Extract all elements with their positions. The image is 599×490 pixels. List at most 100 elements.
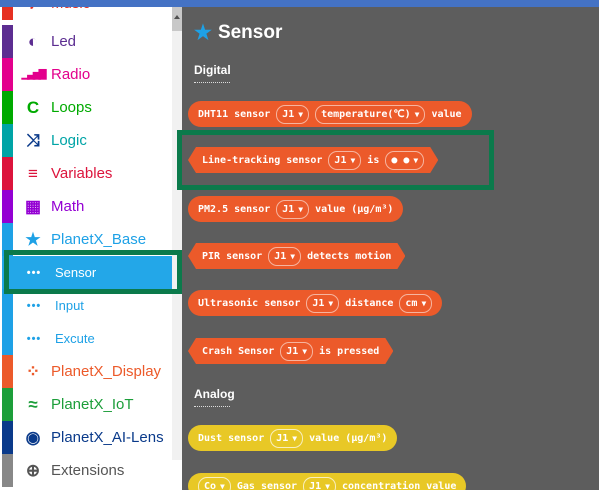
block-text: concentration value [341,480,457,490]
block-text: distance [345,297,394,309]
dropdown-arrow-icon: ▼ [325,481,330,490]
sidebar-scroll-up-arrow[interactable] [172,7,182,31]
refresh-icon: C [26,97,40,117]
category-color-bar [2,355,13,388]
category-color-bar [2,388,13,421]
category-color-bar [2,91,13,124]
dropdown-arrow-icon: ▼ [302,346,308,356]
block-text: is pressed [319,345,380,357]
star-icon: ★ [194,22,212,44]
headphones-icon: ♪ [22,7,44,20]
port-dropdown[interactable]: J1 ▼ [280,342,313,361]
line-tracking-block-highlight [177,130,494,190]
block-dust-sensor[interactable]: Dust sensor J1 ▼ value (μg/m³) [188,425,398,451]
dropdown-arrow-icon: ▼ [414,109,420,119]
toolbox-sidebar[interactable]: ♪ Music ◐ Led ▁▃▅▇ Radio C Loops ⤨ Logic… [2,7,172,490]
group-label: Digital [194,63,231,77]
calculator-icon: ▦ [24,196,42,216]
category-color-bar [2,157,13,190]
category-label: Math [51,198,85,215]
plus-circle-icon: ⊕ [25,460,41,480]
block-text: PIR sensor [202,250,263,262]
category-color-bar [2,58,13,91]
unit-dropdown[interactable]: cm ▼ [399,293,433,313]
block-text: value (μg/m³) [315,203,394,215]
sidebar-scrollbar-track[interactable] [172,7,182,460]
eye-icon: ◉ [25,427,41,447]
list-icon: ≡ [28,163,38,183]
dropdown-arrow-icon: ▼ [298,204,304,214]
block-text: detects motion [307,250,392,262]
group-heading-digital: Digital [194,63,231,83]
category-led[interactable]: ◐ Led [2,25,172,58]
category-label: Logic [51,132,87,149]
category-color-bar [2,322,13,355]
flyout-title: Sensor [217,21,283,43]
block-text: PM2.5 sensor [198,203,271,215]
block-flyout: ★ Sensor Digital DHT11 sensor J1 ▼ temper… [182,7,599,490]
category-color-bar [2,190,13,223]
category-label: Loops [51,99,92,116]
category-variables[interactable]: ≡ Variables [2,157,172,190]
category-color-bar [2,454,13,487]
dropdown-arrow-icon: ▼ [298,109,304,119]
category-planetx-display[interactable]: ⁘ PlanetX_Display [2,355,172,388]
block-text: Crash Sensor [202,345,275,357]
top-accent-bar [0,0,599,7]
wifi-icon: ≈ [28,394,38,414]
port-dropdown[interactable]: J1 ▼ [268,247,301,266]
dropdown-arrow-icon: ▼ [290,251,296,261]
category-color-bar [2,124,13,157]
category-color-bar [2,25,13,58]
port-dropdown[interactable]: J1 ▼ [276,199,310,219]
block-gas-sensor[interactable]: Co ▼ Gas sensor J1 ▼ concentration value [188,473,467,490]
category-planetx-ai-lens[interactable]: ◉ PlanetX_AI-Lens [2,421,172,454]
port-dropdown[interactable]: J1 ▼ [306,293,340,313]
category-planetx-iot[interactable]: ≈ PlanetX_IoT [2,388,172,421]
block-ultrasonic-sensor[interactable]: Ultrasonic sensor J1 ▼ distance cm ▼ [188,290,443,316]
shuffle-icon: ⤨ [26,130,40,150]
block-dht11-sensor[interactable]: DHT11 sensor J1 ▼ temperature(℃) ▼ value [188,101,472,127]
port-dropdown[interactable]: J1 ▼ [303,476,336,490]
category-label: Variables [51,165,113,182]
category-label: PlanetX_Display [51,363,162,380]
category-excute[interactable]: ••• Excute [2,322,172,355]
group-heading-analog: Analog [194,387,235,407]
port-dropdown[interactable]: J1 ▼ [270,428,304,448]
group-label: Analog [194,387,235,401]
measure-dropdown[interactable]: temperature(℃) ▼ [315,104,426,124]
sensor-category-highlight [4,250,182,294]
category-label: PlanetX_AI-Lens [51,429,164,446]
dropdown-arrow-icon: ▼ [421,298,427,308]
block-text: Ultrasonic sensor [198,297,301,309]
block-text: DHT11 sensor [198,108,271,120]
block-text: value [431,108,462,120]
block-pir-sensor[interactable]: PIR sensor J1 ▼ detects motion [188,243,405,269]
spinner-icon: ⁘ [25,361,41,381]
category-math[interactable]: ▦ Math [2,190,172,223]
port-dropdown[interactable]: J1 ▼ [276,104,310,124]
block-crash-sensor[interactable]: Crash Sensor J1 ▼ is pressed [188,338,393,364]
category-radio[interactable]: ▁▃▅▇ Radio [2,58,172,91]
dropdown-arrow-icon: ▼ [220,481,225,490]
category-label: Music [51,7,90,20]
category-music[interactable]: ♪ Music [2,7,172,20]
dropdown-arrow-icon: ▼ [328,298,334,308]
group-underline [194,82,230,83]
gas-type-dropdown[interactable]: Co ▼ [198,476,231,490]
category-color-bar [2,7,13,20]
block-pm25-sensor[interactable]: PM2.5 sensor J1 ▼ value (μg/m³) [188,196,404,222]
block-text: Dust sensor [198,432,265,444]
category-loops[interactable]: C Loops [2,91,172,124]
signal-bars-icon: ▁▃▅▇ [21,69,47,80]
category-extensions[interactable]: ⊕ Extensions [2,454,172,487]
block-text: value (μg/m³) [309,432,388,444]
category-label: Led [51,33,77,50]
category-label: Excute [55,331,95,346]
category-logic[interactable]: ⤨ Logic [2,124,172,157]
dropdown-arrow-icon: ▼ [292,433,298,443]
category-label: Extensions [51,462,125,479]
dots-icon: ••• [26,332,42,345]
category-label: PlanetX_IoT [51,396,134,413]
block-text: Gas sensor [236,480,298,490]
